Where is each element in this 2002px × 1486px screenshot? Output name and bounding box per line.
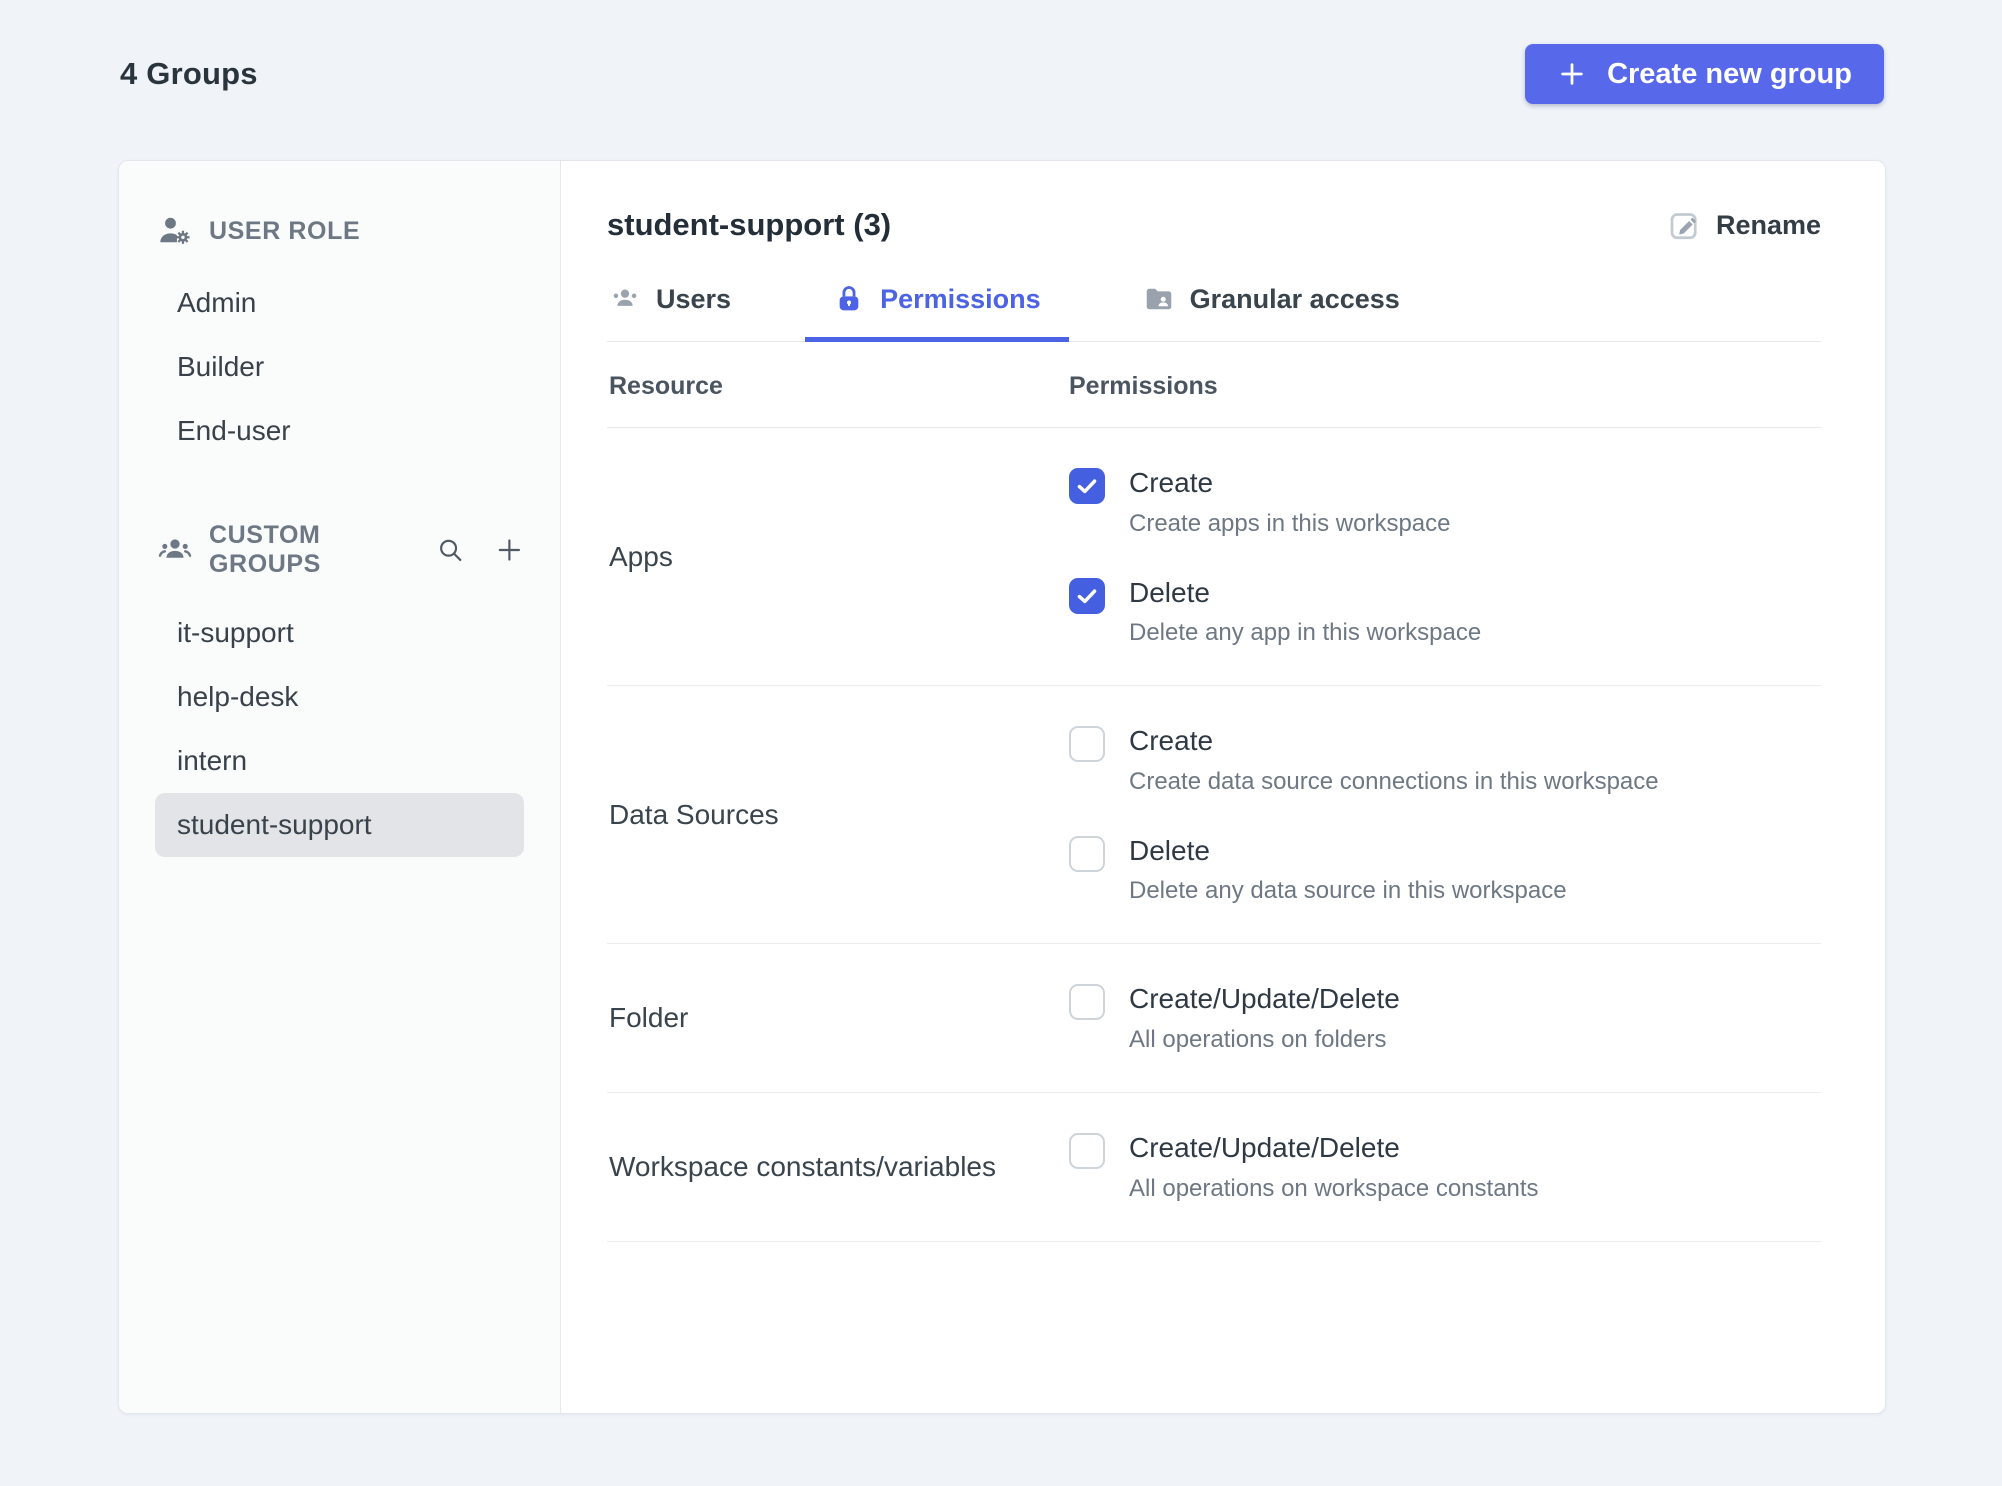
permission-text: Create Create data source connections in… [1129,724,1659,796]
page-title: 4 Groups [120,56,258,91]
custom-groups-title: CUSTOM GROUPS [209,521,321,578]
custom-groups-header: CUSTOM GROUPS [155,521,524,579]
resource-label: Data Sources [609,798,779,830]
column-header-permissions: Permissions [1069,372,1218,400]
table-header-row: Resource Permissions [607,342,1821,428]
check-icon [1077,588,1097,603]
sidebar: USER ROLE Admin Builder End-user CUSTOM … [119,161,561,1413]
permission-text: Create/Update/Delete All operations on w… [1129,1131,1539,1203]
permission-description: Create data source connections in this w… [1129,767,1659,795]
search-icon[interactable] [436,533,465,567]
column-header-resource: Resource [609,372,723,400]
rename-pencil-icon [1670,213,1697,240]
permission-description: Create apps in this workspace [1129,509,1451,537]
permission-checkbox-folder-cud[interactable] [1069,984,1105,1021]
tab-users-label: Users [656,283,732,314]
resource-label: Folder [609,1002,689,1034]
plus-icon [1561,63,1583,85]
tab-permissions-label: Permissions [880,283,1041,314]
lock-icon [839,286,859,311]
plus-icon[interactable] [495,533,524,567]
table-row-apps: Apps Create Create apps in this workspac… [607,428,1821,687]
tab-granular-access-label: Granular access [1189,283,1400,314]
sidebar-item-it-support[interactable]: it-support [155,601,524,665]
permission-item: Create Create data source connections in… [1069,716,1821,804]
permission-label: Delete [1129,834,1210,866]
permission-checkbox-workspace-constants-cud[interactable] [1069,1132,1105,1169]
group-detail-panel: student-support (3) Rename Users Permiss… [561,161,1885,1413]
sidebar-section-custom-groups: CUSTOM GROUPS it-support help-desk inter… [155,521,524,857]
user-role-title: USER ROLE [209,216,361,245]
group-detail-header: student-support (3) Rename [607,207,1821,243]
table-row-workspace-constants: Workspace constants/variables Create/Upd… [607,1093,1821,1242]
sidebar-item-intern[interactable]: intern [155,729,524,793]
sidebar-item-student-support[interactable]: student-support [155,793,524,857]
check-icon [1077,479,1097,494]
sidebar-item-help-desk[interactable]: help-desk [155,665,524,729]
permission-label: Create/Update/Delete [1129,983,1400,1015]
tab-granular-access[interactable]: Granular access [1115,279,1428,342]
groups-panel: USER ROLE Admin Builder End-user CUSTOM … [118,160,1886,1414]
permissions-table: Resource Permissions Apps Create Create … [607,342,1821,1242]
tab-bar: Users Permissions Granular access [607,279,1821,342]
table-row-folder: Folder Create/Update/Delete All operatio… [607,944,1821,1093]
permission-description: Delete any data source in this workspace [1129,877,1567,905]
top-bar: 4 Groups Create new group [120,44,1884,104]
people-group-icon [158,539,192,558]
group-title: student-support (3) [607,207,892,242]
permission-text: Create Create apps in this workspace [1129,466,1451,538]
users-icon [613,289,637,306]
permission-group: Create Create data source connections in… [1069,716,1821,913]
table-row-data-sources: Data Sources Create Create data source c… [607,686,1821,945]
user-role-header: USER ROLE [155,213,524,249]
custom-groups-list: it-support help-desk intern student-supp… [155,601,524,857]
permission-description: Delete any app in this workspace [1129,619,1482,647]
permission-label: Create/Update/Delete [1129,1131,1400,1163]
user-role-icon [160,217,190,244]
user-role-list: Admin Builder End-user [155,271,524,463]
create-new-group-button[interactable]: Create new group [1525,44,1884,104]
permission-checkbox-datasources-create[interactable] [1069,726,1105,763]
sidebar-item-builder[interactable]: Builder [155,335,524,399]
permission-group: Create Create apps in this workspace Del… [1069,458,1821,655]
sidebar-item-admin[interactable]: Admin [155,271,524,335]
permission-text: Delete Delete any data source in this wo… [1129,834,1567,906]
permission-checkbox-datasources-delete[interactable] [1069,835,1105,872]
permission-label: Create [1129,725,1214,757]
permission-checkbox-apps-create[interactable] [1069,468,1105,504]
sidebar-section-user-role: USER ROLE Admin Builder End-user [155,213,524,463]
permission-text: Create/Update/Delete All operations on f… [1129,982,1400,1054]
create-new-group-label: Create new group [1607,57,1852,90]
permission-label: Create [1129,467,1214,498]
sidebar-item-end-user[interactable]: End-user [155,399,524,463]
permission-item: Delete Delete any data source in this wo… [1069,826,1821,914]
permission-item: Delete Delete any app in this workspace [1069,568,1821,656]
resource-label: Apps [609,540,673,572]
permission-group: Create/Update/Delete All operations on w… [1069,1123,1821,1211]
permission-group: Create/Update/Delete All operations on f… [1069,974,1821,1062]
resource-label: Workspace constants/variables [609,1150,996,1182]
tab-users[interactable]: Users [607,279,759,342]
permission-text: Delete Delete any app in this workspace [1129,576,1481,648]
permission-item: Create/Update/Delete All operations on w… [1069,1123,1821,1211]
permission-description: All operations on folders [1129,1025,1387,1053]
permission-checkbox-apps-delete[interactable] [1069,577,1105,614]
rename-button[interactable]: Rename [1666,207,1821,243]
tab-permissions[interactable]: Permissions [805,279,1069,342]
folder-user-icon [1146,288,1171,310]
permission-item: Create/Update/Delete All operations on f… [1069,974,1821,1062]
permission-description: All operations on workspace constants [1129,1174,1539,1202]
permission-item: Create Create apps in this workspace [1069,458,1821,546]
permission-label: Delete [1129,576,1210,608]
rename-label: Rename [1715,209,1821,240]
